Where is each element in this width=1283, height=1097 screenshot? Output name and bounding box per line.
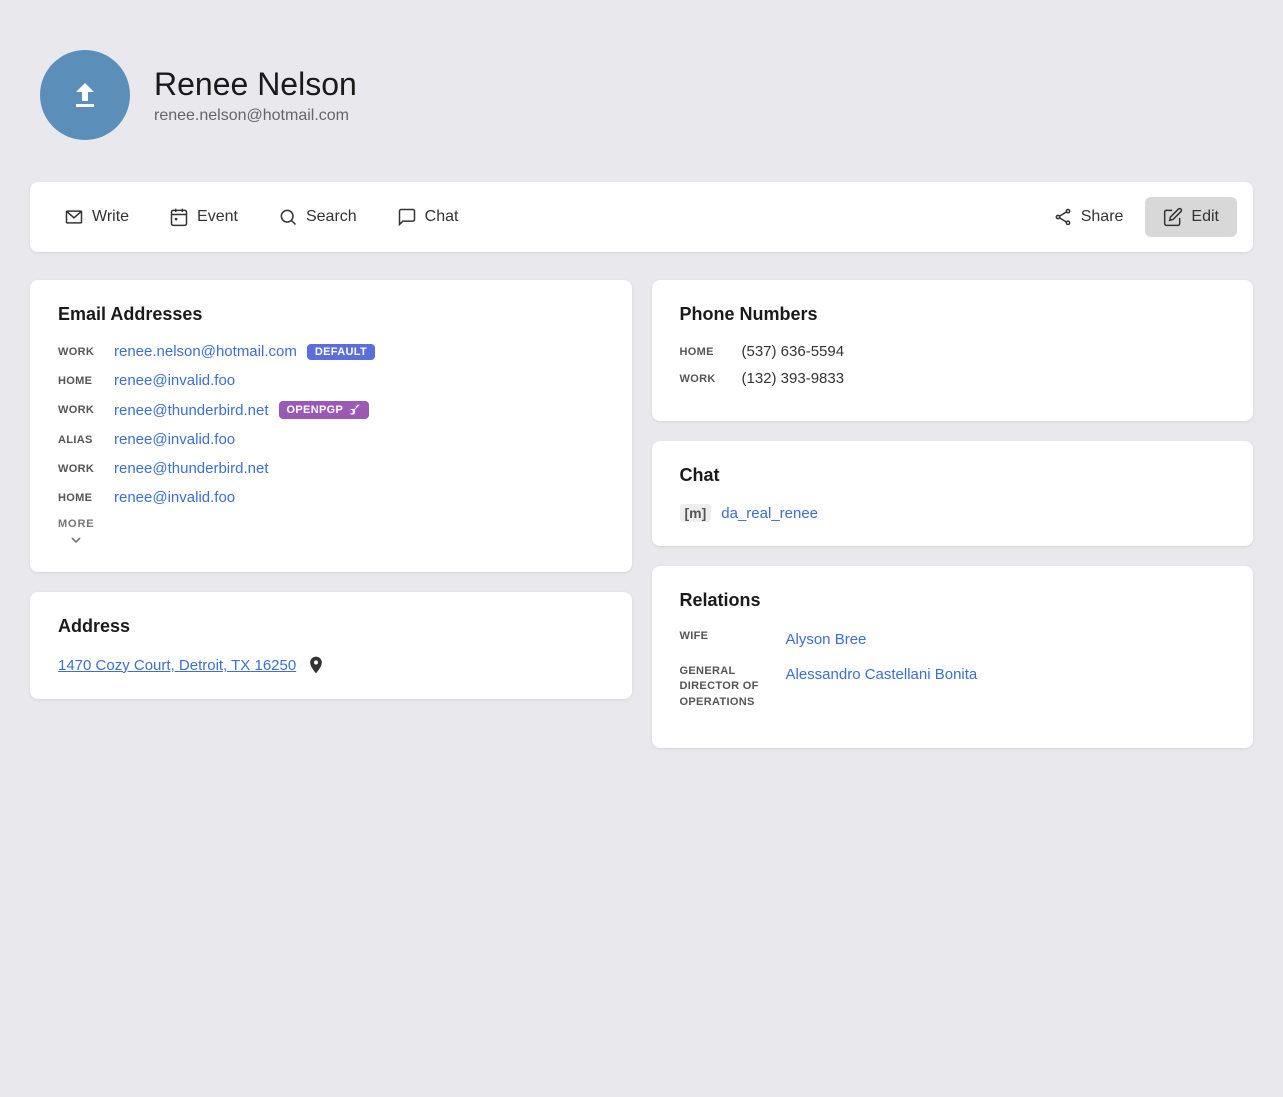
email-row: ALIAS renee@invalid.foo — [58, 431, 604, 448]
chat-row: [m] da_real_renee — [680, 504, 1226, 522]
share-icon — [1053, 207, 1073, 227]
avatar — [40, 50, 130, 140]
key-icon — [347, 403, 361, 417]
default-badge: DEFAULT — [307, 344, 375, 360]
profile-info: Renee Nelson renee.nelson@hotmail.com — [154, 65, 357, 125]
email-link[interactable]: renee@invalid.foo — [114, 372, 235, 389]
relation-link[interactable]: Alyson Bree — [786, 629, 867, 650]
event-button[interactable]: Event — [151, 197, 256, 237]
email-link[interactable]: renee.nelson@hotmail.com — [114, 343, 297, 360]
address-card-title: Address — [58, 616, 604, 637]
more-button[interactable]: MORE — [58, 518, 95, 548]
share-button[interactable]: Share — [1035, 197, 1142, 237]
edit-button[interactable]: Edit — [1145, 197, 1237, 237]
email-addresses-card: Email Addresses WORK renee.nelson@hotmai… — [30, 280, 632, 572]
phone-row: HOME (537) 636-5594 — [680, 343, 1226, 360]
email-row: HOME renee@invalid.foo — [58, 489, 604, 506]
email-row: HOME renee@invalid.foo — [58, 372, 604, 389]
event-icon — [169, 207, 189, 227]
phone-row: WORK (132) 393-9833 — [680, 370, 1226, 387]
matrix-badge: [m] — [680, 504, 712, 522]
left-column: Email Addresses WORK renee.nelson@hotmai… — [30, 280, 632, 699]
chat-card: Chat [m] da_real_renee — [652, 441, 1254, 546]
address-card: Address 1470 Cozy Court, Detroit, TX 162… — [30, 592, 632, 699]
profile-name: Renee Nelson — [154, 65, 357, 103]
relations-card-title: Relations — [680, 590, 1226, 611]
address-link[interactable]: 1470 Cozy Court, Detroit, TX 16250 — [58, 657, 296, 674]
chat-button[interactable]: Chat — [379, 197, 477, 237]
email-row: WORK renee@thunderbird.net OPENPGP — [58, 401, 604, 419]
chat-handle: da_real_renee — [721, 505, 818, 522]
phone-card-title: Phone Numbers — [680, 304, 1226, 325]
email-link[interactable]: renee@invalid.foo — [114, 489, 235, 506]
chat-card-title: Chat — [680, 465, 1226, 486]
upload-icon — [67, 77, 103, 113]
openpgp-badge: OPENPGP — [279, 401, 370, 419]
chat-icon — [397, 207, 417, 227]
main-grid: Email Addresses WORK renee.nelson@hotmai… — [30, 280, 1253, 748]
email-row: WORK renee.nelson@hotmail.com DEFAULT — [58, 343, 604, 360]
right-column: Phone Numbers HOME (537) 636-5594 WORK (… — [652, 280, 1254, 748]
email-link[interactable]: renee@invalid.foo — [114, 431, 235, 448]
search-button[interactable]: Search — [260, 197, 375, 237]
email-link[interactable]: renee@thunderbird.net — [114, 402, 269, 419]
action-bar: Write Event Search Chat — [30, 182, 1253, 252]
relation-link[interactable]: Alessandro Castellani Bonita — [786, 664, 978, 685]
write-button[interactable]: Write — [46, 197, 147, 237]
email-link[interactable]: renee@thunderbird.net — [114, 460, 269, 477]
relations-card: Relations WIFE Alyson Bree GENERAL DIREC… — [652, 566, 1254, 748]
address-row: 1470 Cozy Court, Detroit, TX 16250 — [58, 655, 604, 675]
phone-numbers-card: Phone Numbers HOME (537) 636-5594 WORK (… — [652, 280, 1254, 421]
profile-header: Renee Nelson renee.nelson@hotmail.com — [30, 40, 1253, 150]
write-icon — [64, 207, 84, 227]
edit-icon — [1163, 207, 1183, 227]
email-card-title: Email Addresses — [58, 304, 604, 325]
profile-email: renee.nelson@hotmail.com — [154, 107, 357, 125]
relation-row: GENERAL DIRECTOR OF OPERATIONS Alessandr… — [680, 664, 1226, 710]
chevron-down-icon — [68, 532, 84, 548]
email-row: WORK renee@thunderbird.net — [58, 460, 604, 477]
location-icon — [306, 655, 326, 675]
relation-row: WIFE Alyson Bree — [680, 629, 1226, 650]
search-icon — [278, 207, 298, 227]
